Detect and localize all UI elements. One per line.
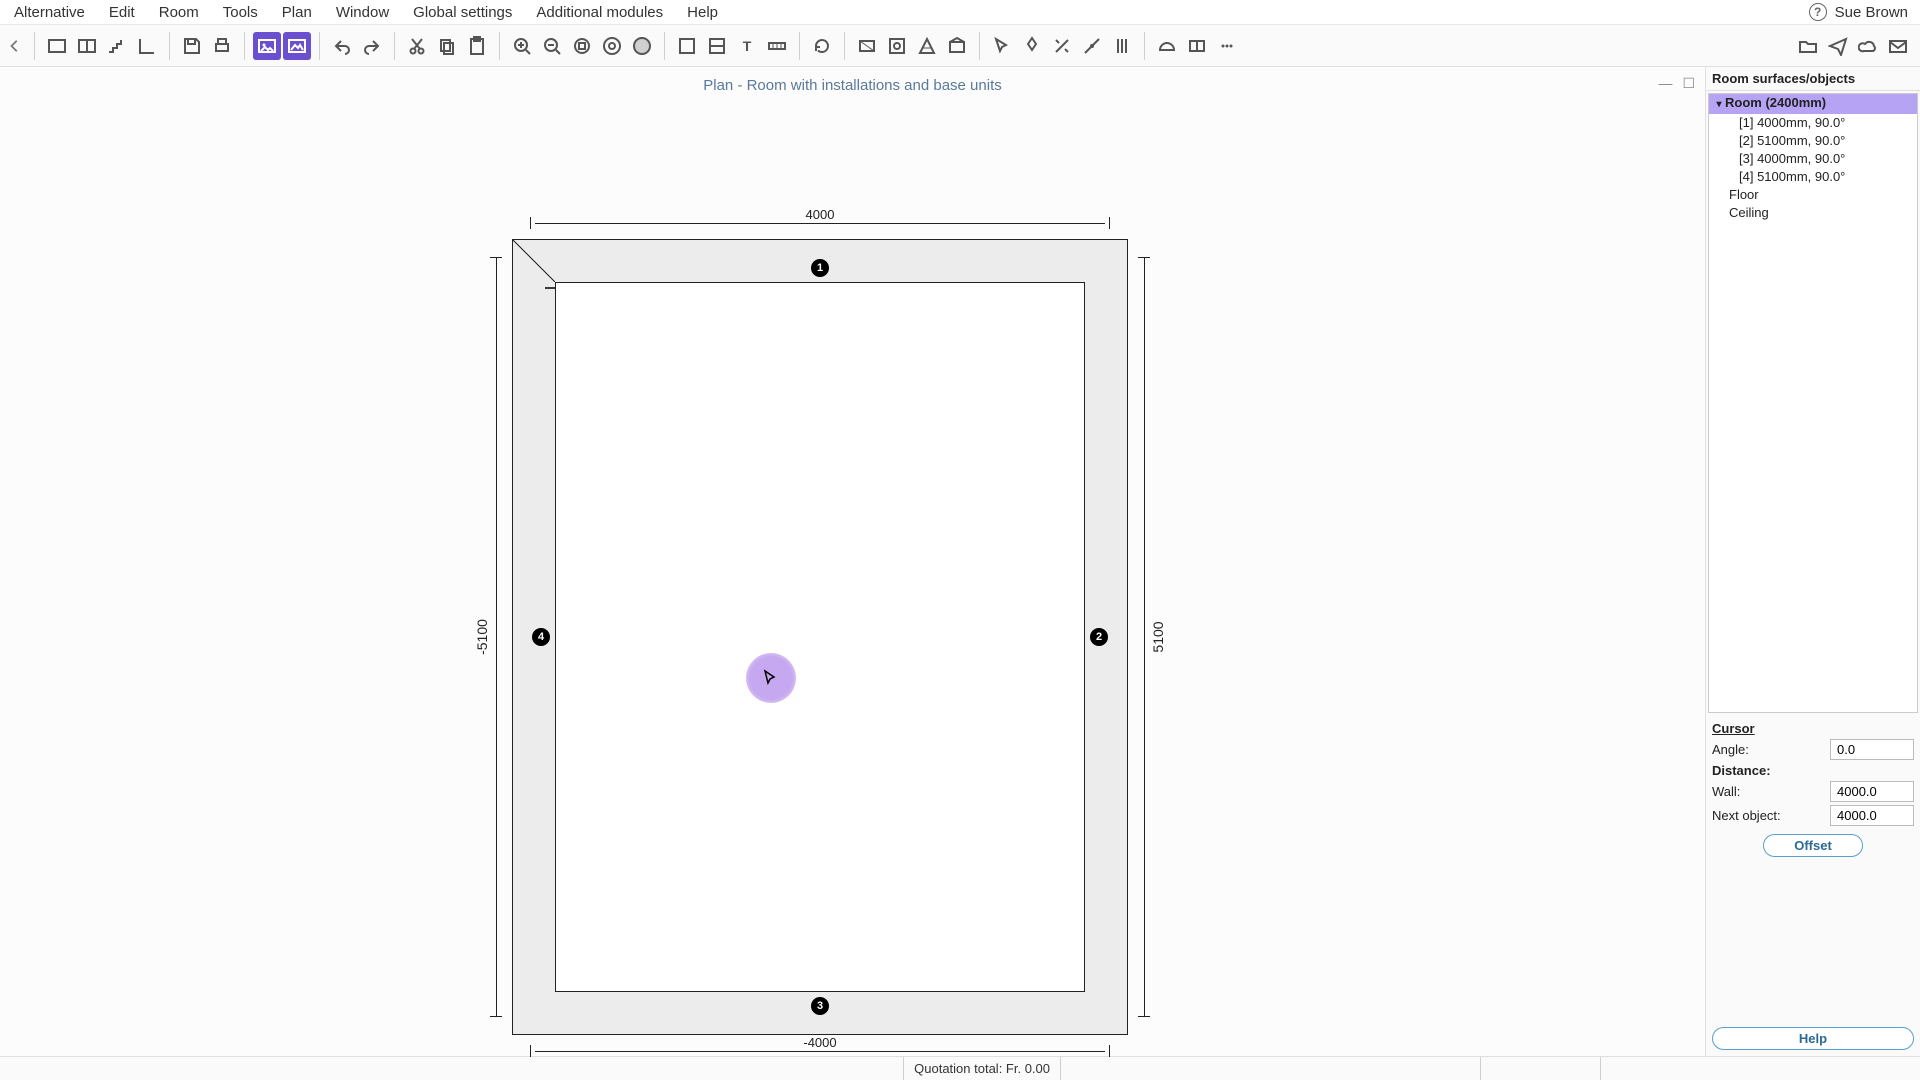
status-empty-a xyxy=(1060,1057,1480,1080)
zoom-fit-icon[interactable] xyxy=(598,32,626,60)
status-quotation: Quotation total: Fr. 0.00 xyxy=(903,1057,1060,1080)
angle-input[interactable] xyxy=(1830,739,1914,760)
obj-a-icon[interactable] xyxy=(853,32,881,60)
wall-badge-3[interactable]: 3 xyxy=(811,997,829,1015)
tool-room-rect-icon[interactable] xyxy=(43,32,71,60)
menu-room[interactable]: Room xyxy=(147,0,211,24)
tree-row-floor[interactable]: Floor xyxy=(1709,186,1917,204)
layer-a-icon[interactable] xyxy=(673,32,701,60)
tree-row-room[interactable]: ▾Room (2400mm) xyxy=(1709,94,1917,114)
copy-icon[interactable] xyxy=(433,32,461,60)
object-tree[interactable]: ▾Room (2400mm) [1] 4000mm, 90.0° [2] 510… xyxy=(1708,93,1918,713)
canvas-maximize-icon[interactable]: ☐ xyxy=(1682,75,1695,92)
canvas-minimize-icon[interactable]: — xyxy=(1658,75,1672,92)
dimension-bottom: -4000 xyxy=(530,1045,1110,1057)
user-name-label: Sue Brown xyxy=(1835,4,1908,21)
menu-window[interactable]: Window xyxy=(324,0,401,24)
angle-label: Angle: xyxy=(1712,742,1830,757)
room-outer-wall[interactable]: 1 2 3 4 xyxy=(512,239,1128,1035)
cursor-section-label: Cursor xyxy=(1712,721,1914,736)
menu-tools[interactable]: Tools xyxy=(211,0,270,24)
zoom-out-icon[interactable] xyxy=(538,32,566,60)
cut-icon[interactable] xyxy=(403,32,431,60)
snap-b-icon[interactable] xyxy=(1048,32,1076,60)
tool-room-split-icon[interactable] xyxy=(73,32,101,60)
snap-c-icon[interactable] xyxy=(1078,32,1106,60)
svg-text:T: T xyxy=(743,38,752,54)
snap-d-icon[interactable] xyxy=(1108,32,1136,60)
wall-badge-4[interactable]: 4 xyxy=(532,628,550,646)
layer-b-icon[interactable] xyxy=(703,32,731,60)
canvas-title: Plan - Room with installations and base … xyxy=(703,77,1002,94)
view-image-b-icon[interactable] xyxy=(283,32,311,60)
room-inner-wall[interactable] xyxy=(555,282,1085,992)
user-indicator[interactable]: ? Sue Brown xyxy=(1809,3,1914,21)
zoom-area-icon[interactable] xyxy=(568,32,596,60)
menu-plan[interactable]: Plan xyxy=(270,0,324,24)
tree-row-ceiling[interactable]: Ceiling xyxy=(1709,204,1917,222)
tool-room-l-icon[interactable] xyxy=(133,32,161,60)
save-icon[interactable] xyxy=(178,32,206,60)
menu-additional-modules[interactable]: Additional modules xyxy=(524,0,675,24)
zoom-full-icon[interactable] xyxy=(628,32,656,60)
snap-a-icon[interactable] xyxy=(1018,32,1046,60)
right-tool-cloud-icon[interactable] xyxy=(1854,32,1882,60)
back-button[interactable] xyxy=(4,32,26,60)
wall-badge-2[interactable]: 2 xyxy=(1090,628,1108,646)
paste-icon[interactable] xyxy=(463,32,491,60)
offset-button[interactable]: Offset xyxy=(1763,834,1863,857)
status-empty-b xyxy=(1480,1057,1600,1080)
tree-row-wall-4[interactable]: [4] 5100mm, 90.0° xyxy=(1709,168,1917,186)
help-button[interactable]: Help xyxy=(1712,1027,1914,1050)
tree-row-wall-1[interactable]: [1] 4000mm, 90.0° xyxy=(1709,114,1917,132)
status-bar: Quotation total: Fr. 0.00 xyxy=(0,1056,1920,1080)
cursor-highlight-icon xyxy=(746,653,796,703)
right-panel: Room surfaces/objects ▾Room (2400mm) [1]… xyxy=(1705,67,1920,1056)
tree-row-wall-3[interactable]: [3] 4000mm, 90.0° xyxy=(1709,150,1917,168)
misc-b-icon[interactable] xyxy=(1183,32,1211,60)
menu-bar: Alternative Edit Room Tools Plan Window … xyxy=(0,0,1920,25)
right-tool-folder-icon[interactable] xyxy=(1794,32,1822,60)
zoom-in-icon[interactable] xyxy=(508,32,536,60)
status-empty-c xyxy=(1600,1057,1920,1080)
view-image-a-icon[interactable] xyxy=(253,32,281,60)
canvas-area[interactable]: Plan - Room with installations and base … xyxy=(0,67,1705,1056)
menu-alternative[interactable]: Alternative xyxy=(2,0,97,24)
dimension-top: 4000 xyxy=(530,217,1110,229)
distance-section-label: Distance: xyxy=(1712,763,1914,778)
misc-c-icon[interactable] xyxy=(1213,32,1241,60)
toolbar: T xyxy=(0,25,1920,67)
room-plan: 4000 -4000 -5100 5100 xyxy=(490,217,1150,1057)
user-icon: ? xyxy=(1809,3,1827,21)
misc-a-icon[interactable] xyxy=(1153,32,1181,60)
right-tool-send-icon[interactable] xyxy=(1824,32,1852,60)
tool-room-stairs-icon[interactable] xyxy=(103,32,131,60)
right-tool-mail-icon[interactable] xyxy=(1884,32,1912,60)
wall-input[interactable] xyxy=(1830,781,1914,802)
rotate-icon[interactable] xyxy=(808,32,836,60)
undo-icon[interactable] xyxy=(328,32,356,60)
next-object-input[interactable] xyxy=(1830,805,1914,826)
select-arrow-icon[interactable] xyxy=(988,32,1016,60)
wall-badge-1[interactable]: 1 xyxy=(811,259,829,277)
next-object-label: Next object: xyxy=(1712,808,1830,823)
redo-icon[interactable] xyxy=(358,32,386,60)
menu-help[interactable]: Help xyxy=(675,0,730,24)
measure-icon[interactable] xyxy=(763,32,791,60)
obj-d-icon[interactable] xyxy=(943,32,971,60)
obj-c-icon[interactable] xyxy=(913,32,941,60)
menu-edit[interactable]: Edit xyxy=(97,0,147,24)
dimension-left: -5100 xyxy=(490,257,502,1017)
dimension-right: 5100 xyxy=(1138,257,1150,1017)
print-icon[interactable] xyxy=(208,32,236,60)
text-tool-icon[interactable]: T xyxy=(733,32,761,60)
tree-row-wall-2[interactable]: [2] 5100mm, 90.0° xyxy=(1709,132,1917,150)
panel-header: Room surfaces/objects xyxy=(1706,67,1920,91)
obj-b-icon[interactable] xyxy=(883,32,911,60)
menu-global-settings[interactable]: Global settings xyxy=(401,0,524,24)
wall-label: Wall: xyxy=(1712,784,1830,799)
